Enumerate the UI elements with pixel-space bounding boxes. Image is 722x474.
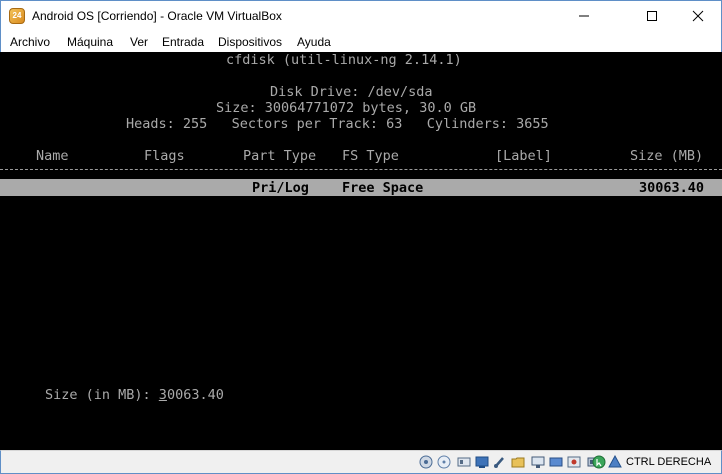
header-flags: Flags (144, 148, 185, 164)
title-bar: 24 Android OS [Corriendo] - Oracle VM Vi… (0, 0, 722, 31)
status-bar: CTRL DERECHA (0, 450, 722, 474)
close-icon (692, 10, 704, 22)
virtualbox-app-icon: 24 (9, 8, 25, 24)
header-part-type: Part Type (243, 148, 317, 164)
row-part-type: Pri/Log (252, 180, 309, 196)
menu-maquina[interactable]: Máquina (67, 35, 113, 49)
size-prompt-cursor: 3 (158, 387, 167, 403)
header-label: [Label] (495, 148, 552, 164)
vm-screen[interactable]: cfdisk (util-linux-ng 2.14.1) Disk Drive… (0, 52, 722, 450)
disk-geometry-text: Heads: 255 Sectors per Track: 63 Cylinde… (126, 116, 549, 132)
menu-ver[interactable]: Ver (130, 35, 148, 49)
shared-folders-icon[interactable] (511, 455, 525, 469)
header-separator (0, 169, 722, 170)
size-prompt-label: Size (in MB): (45, 387, 159, 403)
menu-entrada[interactable]: Entrada (162, 35, 204, 49)
video-capture-icon[interactable] (549, 455, 563, 469)
header-fs-type: FS Type (342, 148, 399, 164)
audio-icon[interactable] (457, 455, 471, 469)
header-name: Name (36, 148, 69, 164)
row-size: 30063.40 (639, 180, 705, 196)
close-button[interactable] (675, 1, 721, 31)
mouse-integration-icon[interactable] (592, 455, 606, 469)
row-fs-type: Free Space (342, 180, 424, 196)
menu-ayuda[interactable]: Ayuda (297, 35, 331, 49)
partition-row[interactable]: Pri/Log Free Space 30063.40 (0, 179, 722, 196)
minimize-icon (579, 15, 589, 17)
size-prompt[interactable]: Size (in MB): 30063.40 (45, 387, 224, 403)
usb-icon[interactable] (493, 455, 507, 469)
maximize-button[interactable] (629, 1, 675, 31)
hard-disk-icon[interactable] (419, 455, 433, 469)
size-prompt-value: 0063.40 (166, 387, 224, 403)
maximize-icon (647, 11, 657, 21)
menu-dispositivos[interactable]: Dispositivos (218, 35, 282, 49)
window-title: Android OS [Corriendo] - Oracle VM Virtu… (32, 9, 282, 23)
recording-icon[interactable] (567, 455, 581, 469)
network-icon[interactable] (475, 455, 489, 469)
optical-drive-icon[interactable] (437, 455, 451, 469)
menu-archivo[interactable]: Archivo (10, 35, 50, 49)
display-icon[interactable] (531, 455, 545, 469)
minimize-button[interactable] (561, 1, 607, 31)
disk-size-text: Size: 30064771072 bytes, 30.0 GB (216, 100, 477, 116)
disk-drive-text: Disk Drive: /dev/sda (270, 84, 433, 100)
menu-bar: Archivo Máquina Ver Entrada Dispositivos… (0, 31, 722, 52)
program-title: cfdisk (util-linux-ng 2.14.1) (226, 52, 462, 68)
keyboard-icon[interactable] (608, 455, 622, 469)
host-key-label: CTRL DERECHA (626, 456, 712, 468)
header-size: Size (MB) (630, 148, 704, 164)
